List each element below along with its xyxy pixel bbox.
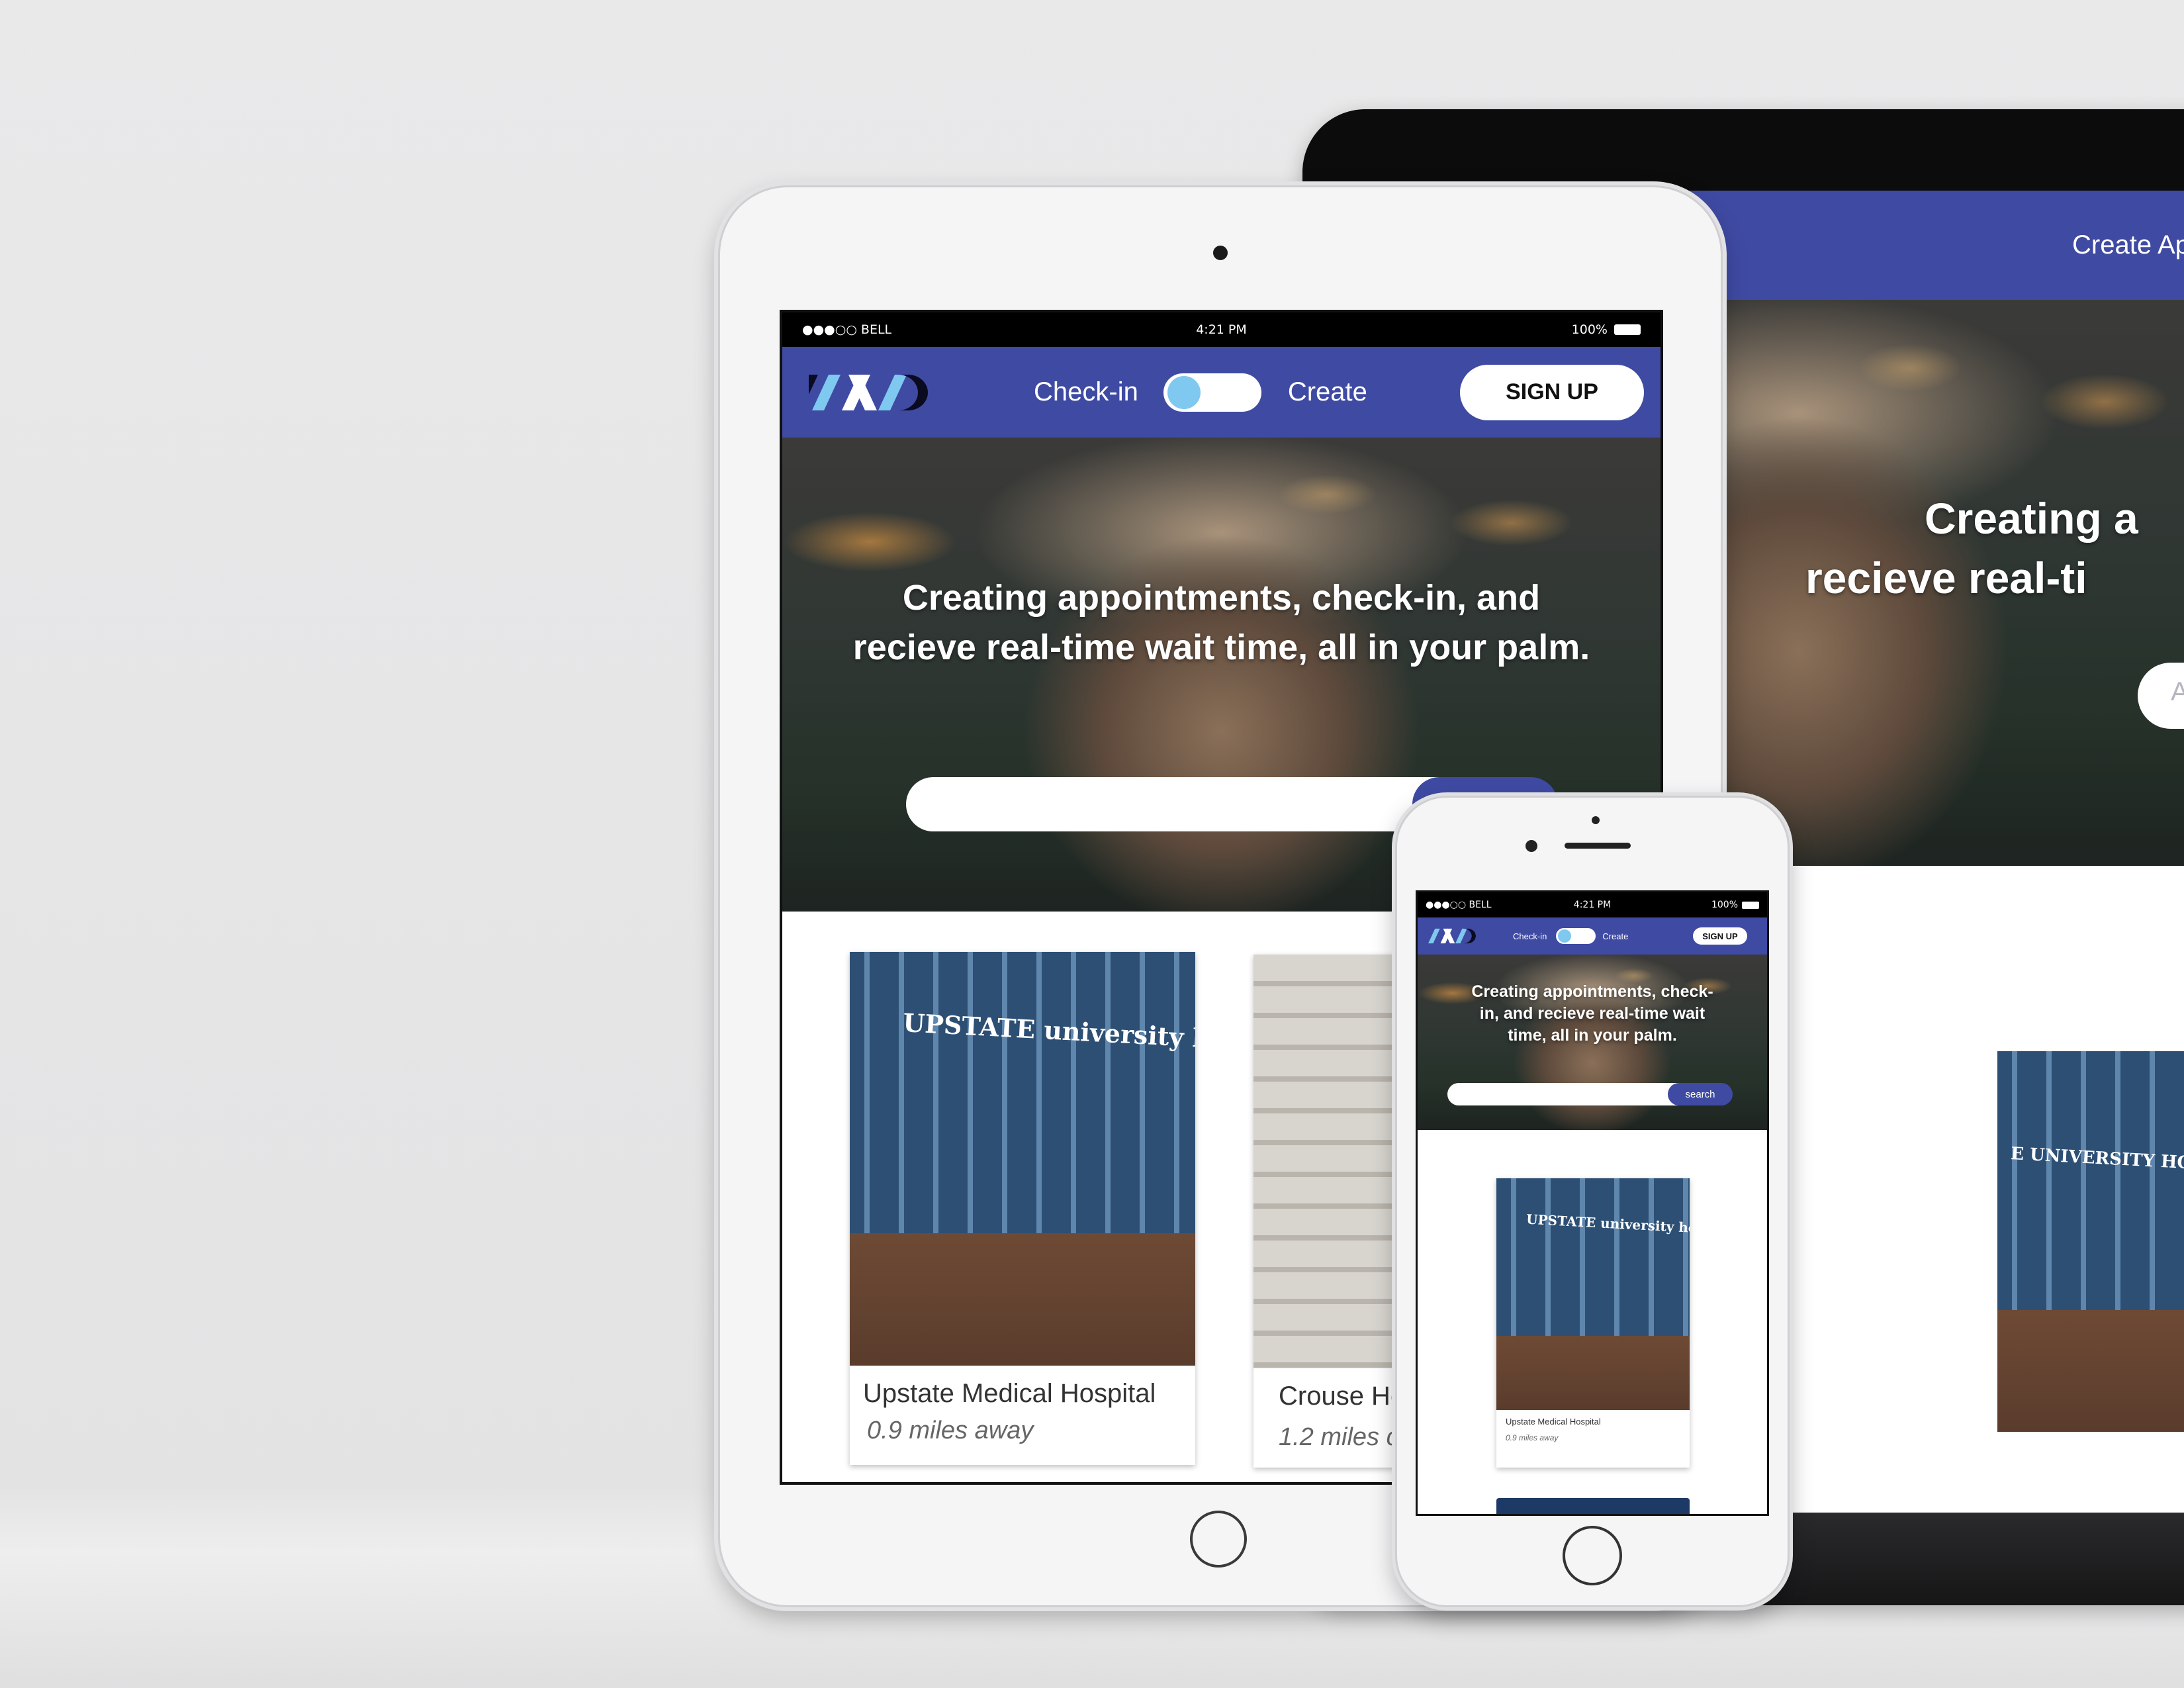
iphone-speaker — [1565, 843, 1631, 849]
phone-sign-up-button[interactable]: SIGN UP — [1693, 927, 1747, 945]
iphone-status-bar: ●●●○○ BELL 4:21 PM 100% — [1418, 892, 1767, 917]
sign-up-button[interactable]: SIGN UP — [1460, 364, 1644, 420]
hospital-name-2: Crouse Hc — [1279, 1382, 1404, 1411]
battery-icon — [1614, 324, 1641, 335]
iphone-device: ●●●○○ BELL 4:21 PM 100% Check-in Create … — [1395, 796, 1790, 1607]
mode-toggle[interactable] — [1163, 373, 1261, 412]
iphone-home-button[interactable] — [1563, 1526, 1622, 1585]
ipad-nav: Check-in Create SIGN UP — [782, 347, 1661, 438]
hospital-distance-2: 1.2 miles c — [1279, 1423, 1399, 1451]
create-appointment-link[interactable]: Create Ap — [2072, 230, 2184, 260]
create-label: Create — [1287, 377, 1367, 406]
hospital-distance: 0.9 miles away — [867, 1417, 1034, 1444]
phone-hospital-name: Upstate Medical Hospital — [1506, 1417, 1601, 1427]
phone-card-photo: UPSTATE university hospital — [1496, 1178, 1690, 1410]
phone-checkin-label: Check-in — [1513, 931, 1547, 941]
iphone-front-sensor — [1525, 840, 1537, 852]
iphone-screen: ●●●○○ BELL 4:21 PM 100% Check-in Create … — [1416, 890, 1769, 1516]
ipad-home-button[interactable] — [1190, 1511, 1247, 1568]
laptop-search-placeholder: Address, Hospital Nam — [2171, 677, 2184, 706]
iphone-nav: Check-in Create SIGN UP — [1418, 917, 1767, 955]
phone-hero-headline: Creating appointments, check-in, and rec… — [1471, 982, 1713, 1045]
ipad-status-bar: ●●●○○ BELL 4:21 PM 100% — [782, 312, 1661, 347]
phone-mode-toggle[interactable] — [1556, 928, 1596, 944]
carrier-text: ●●●○○ BELL — [802, 322, 892, 337]
hero-headline-line1: Creating appointments, check-in, and — [902, 578, 1541, 618]
iphone-camera — [1592, 816, 1600, 824]
phone-battery-text: 100% — [1711, 900, 1738, 910]
checkin-label: Check-in — [1034, 377, 1138, 406]
laptop-hospital-card[interactable]: E UNIVERSITY HOSPITAL — [1997, 1051, 2184, 1432]
clock-text: 4:21 PM — [1196, 322, 1247, 337]
battery-group: 100% — [1572, 322, 1641, 337]
iphone-hero: Creating appointments, check-in, and rec… — [1418, 955, 1767, 1130]
hero-headline: Creating appointments, check-in, and rec… — [782, 573, 1661, 673]
hospital-name: Upstate Medical Hospital — [863, 1379, 1156, 1408]
phone-brand-logo-icon[interactable] — [1427, 926, 1479, 946]
phone-battery-icon — [1742, 901, 1759, 909]
hospital-card-upstate[interactable]: UPSTATE university hospital Upstate Medi… — [850, 952, 1195, 1465]
phone-toggle-knob — [1558, 929, 1572, 943]
phone-card-sign: UPSTATE university hospital — [1525, 1211, 1690, 1239]
phone-create-label: Create — [1602, 931, 1629, 941]
hospital-card-sign: UPSTATE university hospital — [902, 1008, 1195, 1058]
brand-logo-icon[interactable] — [809, 369, 934, 416]
laptop-search-input[interactable]: Address, Hospital Nam — [2138, 663, 2184, 729]
phone-carrier-text: ●●●○○ BELL — [1426, 900, 1492, 910]
hospital-card-photo: UPSTATE university hospital — [850, 952, 1195, 1366]
phone-hospital-distance: 0.9 miles away — [1506, 1433, 1559, 1442]
phone-hospital-card[interactable]: UPSTATE university hospital Upstate Medi… — [1496, 1178, 1690, 1468]
toggle-knob — [1167, 375, 1201, 409]
laptop-card-photo: E UNIVERSITY HOSPITAL — [1997, 1051, 2184, 1432]
ipad-camera — [1213, 246, 1228, 260]
laptop-card-sign: E UNIVERSITY HOSPITAL — [2010, 1144, 2184, 1177]
phone-search-button[interactable]: search — [1668, 1083, 1733, 1105]
phone-battery-group: 100% — [1711, 900, 1759, 910]
phone-next-card-edge — [1496, 1498, 1690, 1514]
battery-text: 100% — [1571, 322, 1608, 337]
hero-headline-line2: recieve real-time wait time, all in your… — [852, 628, 1590, 667]
